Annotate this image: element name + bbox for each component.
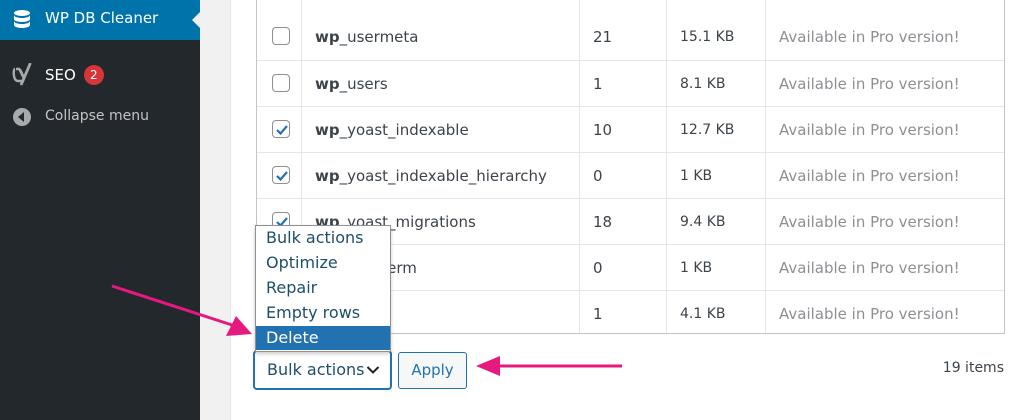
pro-note: Available in Pro version! [779, 305, 960, 323]
table-size: 9.4 KB [680, 214, 726, 230]
table-row: wp_yoast_indexable_hierarchy 0 1 KB Availab… [257, 152, 1004, 199]
table-size: 1 KB [680, 260, 713, 276]
table-prefix: wp [315, 167, 340, 185]
table-size: 1 KB [680, 168, 713, 184]
bulk-actions-select[interactable]: Bulk actions [254, 351, 391, 389]
bulk-option[interactable]: Bulk actions [256, 226, 390, 250]
table-row: wp_usermeta 21 15.1 KB Available in Pro ver… [257, 14, 1004, 60]
table-row: wp_users 1 8.1 KB Available in Pro version! [257, 60, 1004, 107]
bulk-option[interactable]: Optimize [256, 251, 390, 275]
collapse-menu-label: Collapse menu [45, 108, 149, 124]
table-size: 8.1 KB [680, 76, 726, 92]
apply-button[interactable]: Apply [398, 352, 467, 389]
sidebar-item-seo[interactable]: SEO 2 [0, 60, 200, 90]
row-count: 0 [593, 167, 603, 185]
table-prefix: wp [315, 28, 340, 46]
checkmark-icon [276, 125, 288, 136]
yoast-icon [12, 62, 34, 91]
seo-label: SEO [45, 66, 76, 84]
pro-note: Available in Pro version! [779, 28, 960, 46]
table-suffix: _yoast_indexable_hierarchy [339, 167, 547, 185]
bulk-option[interactable]: Delete [256, 326, 390, 350]
notification-badge: 2 [83, 65, 104, 85]
table-row: wp_yoast_indexable 10 12.7 KB Available in … [257, 106, 1004, 153]
row-checkbox[interactable] [272, 120, 290, 138]
sidebar-item-label: WP DB Cleaner [45, 9, 159, 27]
table-suffix: _usermeta [339, 28, 419, 46]
table-prefix: wp [315, 121, 340, 139]
row-count: 1 [593, 75, 603, 93]
pro-note: Available in Pro version! [779, 213, 960, 231]
bulk-actions-value: Bulk actions [267, 360, 365, 379]
row-count: 1 [593, 305, 603, 323]
table-suffix: _users [339, 75, 388, 93]
collapse-arrow-icon [12, 107, 32, 131]
pro-note: Available in Pro version! [779, 167, 960, 185]
sidebar-item-wp-db-cleaner[interactable]: WP DB Cleaner [0, 0, 200, 40]
row-count: 21 [593, 28, 613, 46]
table-name: wp_usermeta [315, 14, 418, 60]
items-count: 19 items [942, 360, 1004, 376]
admin-sidebar: WP DB Cleaner SEO 2 Collapse menu [0, 0, 200, 420]
collapse-menu-button[interactable]: Collapse menu [0, 104, 200, 130]
row-checkbox[interactable] [272, 27, 290, 45]
checkmark-icon [276, 171, 288, 182]
table-prefix: wp [315, 75, 340, 93]
row-count: 0 [593, 259, 603, 277]
table-name: wp_users [315, 61, 388, 107]
chevron-down-icon [366, 366, 380, 374]
pro-note: Available in Pro version! [779, 259, 960, 277]
row-count: 18 [593, 213, 613, 231]
row-count: 10 [593, 121, 613, 139]
table-name: wp_yoast_indexable_hierarchy [315, 153, 547, 199]
database-icon [12, 9, 32, 35]
bulk-actions-dropdown[interactable]: Bulk actions Optimize Repair Empty rows Dele… [255, 225, 391, 352]
table-size: 4.1 KB [680, 306, 726, 322]
row-checkbox[interactable] [272, 74, 290, 92]
row-checkbox[interactable] [272, 166, 290, 184]
pro-note: Available in Pro version! [779, 75, 960, 93]
bulk-option[interactable]: Repair [256, 276, 390, 300]
table-name: wp_yoast_indexable [315, 107, 469, 153]
sidebar-item-label: SEO 2 [45, 65, 104, 85]
bulk-option[interactable]: Empty rows [256, 301, 390, 325]
table-size: 15.1 KB [680, 29, 735, 45]
table-suffix: _yoast_indexable [339, 121, 469, 139]
table-size: 12.7 KB [680, 122, 735, 138]
pro-note: Available in Pro version! [779, 121, 960, 139]
